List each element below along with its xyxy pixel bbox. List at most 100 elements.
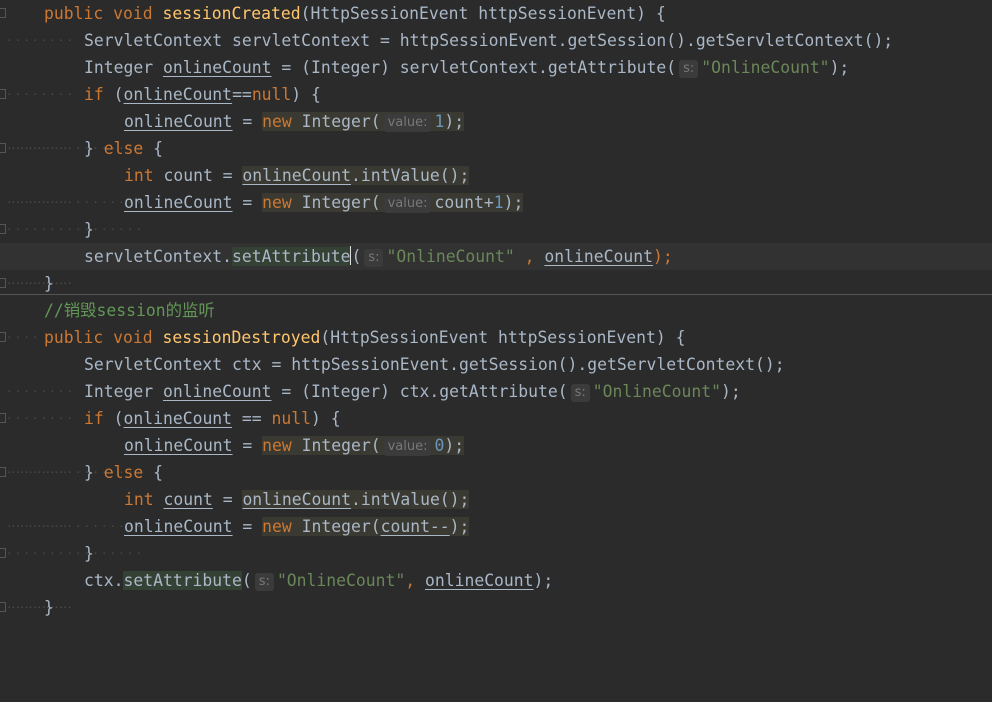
code-line[interactable]: ················ onlineCount = new Integ… [0,189,992,236]
variable: onlineCount [162,382,272,401]
code-text: ctx. [84,571,124,590]
fold-marker[interactable] [0,332,6,342]
code-line[interactable]: ········ Integer onlineCount = (Integer)… [0,378,992,425]
parameter-hint: s: [364,249,384,267]
code-line[interactable]: ········ Integer onlineCount = (Integer)… [0,54,992,101]
keyword: void [113,328,153,347]
variable: onlineCount [123,409,233,428]
code-text: = [232,112,263,131]
code-text: ); [444,436,465,455]
fold-marker[interactable] [0,89,6,99]
operator: == [232,409,272,428]
keyword: new [262,112,292,131]
code-text: , [514,247,545,266]
fold-marker[interactable] [0,467,6,477]
code-text: } [84,463,104,482]
type-name: Integer [84,58,163,77]
code-text: { [143,463,163,482]
code-text: servletContext. [84,247,233,266]
keyword: null [251,85,292,104]
method-name: sessionDestroyed [162,328,321,347]
code-line-current[interactable]: ········ servletContext.setAttribute(s: "… [0,243,992,290]
parameter-hint: value: [383,114,432,132]
code-editor[interactable]: public void sessionCreated(HttpSessionEv… [0,0,992,621]
number-literal: 1 [434,112,445,131]
keyword: public [44,4,104,23]
code-text: ) { [291,85,321,104]
code-line[interactable]: ········ ctx.setAttribute(s: "OnlineCount… [0,567,992,614]
code-line[interactable]: ······· } else { [0,459,992,533]
code-text: = [232,517,263,536]
fold-marker[interactable] [0,143,6,153]
string-literal: "OnlineCount" [701,58,830,77]
fold-marker[interactable] [0,224,6,234]
code-text: .intValue(); [351,490,470,509]
variable: onlineCount [424,571,534,590]
method-separator [0,294,992,295]
parameter-hint: s: [254,573,274,591]
code-line[interactable]: ········ ServletContext servletContext =… [0,27,992,54]
parameter-hint: value: [383,438,432,456]
operator: == [232,85,252,104]
fold-marker[interactable] [0,8,6,18]
code-line[interactable]: ················ int count = onlineCount… [0,162,992,209]
code-text: ); [449,517,470,536]
code-text: ( [351,247,362,266]
code-line[interactable]: public void sessionCreated(HttpSessionEv… [0,0,992,27]
string-literal: "OnlineCount" [592,382,722,401]
code-line[interactable]: ················ onlineCount = new Integ… [0,432,992,479]
code-line[interactable]: ······· } else { [0,135,992,209]
string-literal: "OnlineCount" [386,247,515,266]
code-text: } [84,139,104,158]
code-text: } [84,220,94,239]
code-line[interactable]: ······· } [0,216,992,290]
code-line[interactable]: ······· if (onlineCount==null) { [0,81,992,155]
variable: onlineCount [123,85,233,104]
variable: onlineCount [124,193,233,212]
comment: //销毁session的监听 [44,301,215,320]
code-text: ( [103,85,124,104]
code-text: count = [153,166,243,185]
variable: onlineCount [242,490,351,509]
code-text: = [232,193,263,212]
keyword: new [262,517,292,536]
keyword: int [124,166,154,185]
keyword: if [84,85,104,104]
keyword: new [262,436,292,455]
code-text: = [212,490,243,509]
code-text: Integer( [291,193,381,212]
code-line[interactable]: ················ onlineCount = new Integ… [0,108,992,155]
type-name: Integer [84,382,163,401]
code-line[interactable]: ···· //销毁session的监听 [0,297,992,344]
code-text: ); [444,112,465,131]
code-line[interactable]: } [0,594,992,621]
code-line[interactable]: } [0,270,992,297]
code-text: Integer( [291,112,381,131]
code-text: .intValue(); [350,166,470,185]
fold-marker[interactable] [0,602,6,612]
code-text: ); [533,571,554,590]
code-text: = (Integer) servletContext.getAttribute( [271,58,677,77]
code-text: (HttpSessionEvent httpSessionEvent) { [320,328,686,347]
keyword: else [103,463,144,482]
code-text: Integer( [291,436,381,455]
code-line[interactable]: ········ ServletContext ctx = httpSessio… [0,351,992,398]
fold-marker[interactable] [0,413,6,423]
fold-marker[interactable] [0,548,6,558]
code-line[interactable]: public void sessionDestroyed(HttpSession… [0,324,992,351]
code-line[interactable]: ······· if (onlineCount == null) { [0,405,992,479]
fold-marker[interactable] [0,278,6,288]
code-text: , [405,571,425,590]
variable: onlineCount [124,112,233,131]
code-text: } [44,598,54,617]
code-line[interactable]: ················ int count = onlineCount… [0,486,992,533]
number-literal: 0 [434,436,445,455]
code-line[interactable]: ······· } [0,540,992,614]
code-text: } [44,274,54,293]
parameter-hint: s: [679,60,699,78]
code-text: { [143,139,163,158]
parameter-hint: s: [570,384,590,402]
code-line[interactable]: ················ onlineCount = new Integ… [0,513,992,560]
code-text: = (Integer) ctx.getAttribute( [271,382,568,401]
